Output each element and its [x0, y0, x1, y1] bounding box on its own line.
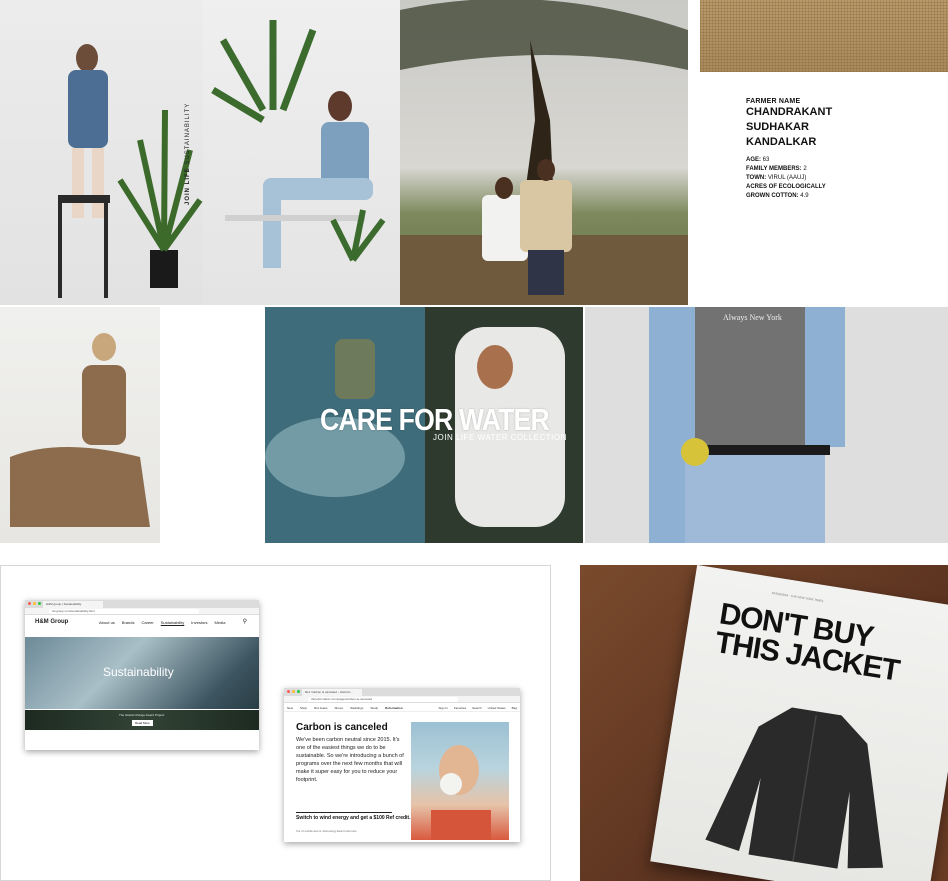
- reformation-logo[interactable]: Reformation: [385, 706, 403, 710]
- hm-site-nav: H&M Group About us Brands Career Sustain…: [25, 615, 259, 630]
- nav-sign-in[interactable]: Sign In: [438, 706, 447, 710]
- read-more-button[interactable]: Read More: [132, 720, 153, 726]
- maximize-dot-icon[interactable]: [297, 690, 300, 693]
- nav-shoes[interactable]: Shoes: [335, 706, 344, 710]
- newspaper-page: PATAGONIA · THE NEW YORK TIMES DON'T BUY…: [650, 565, 948, 881]
- nav-shop[interactable]: Shop: [300, 706, 307, 710]
- farmer-town: TOWN: VIRUL (AAUJ): [746, 175, 807, 181]
- nav-left-links: New Shop Ref Jeans Shoes Weddings Study …: [287, 706, 403, 710]
- browser-window-reformation: Ref: Carbon is canceled – Reform... ther…: [284, 688, 520, 842]
- close-dot-icon[interactable]: [28, 602, 31, 605]
- hm-promo-text: The Global Change Award Project: [119, 713, 165, 717]
- farmer-card: FARMER NAME CHANDRAKANT SUDHAKAR KANDALK…: [746, 98, 896, 201]
- newspaper-masthead: PATAGONIA · THE NEW YORK TIMES: [771, 590, 824, 604]
- nav-investors[interactable]: Investors: [191, 620, 207, 625]
- nav-sustainability[interactable]: Sustainability: [161, 620, 185, 625]
- panel-website-screenshots: H&M group | Sustainability hmgroup.com/s…: [0, 565, 551, 881]
- nav-search[interactable]: Search: [472, 706, 482, 710]
- search-icon[interactable]: ⚲: [243, 618, 247, 625]
- panel-farmer-profile: FARMER NAME CHANDRAKANT SUDHAKAR KANDALK…: [688, 0, 948, 305]
- maximize-dot-icon[interactable]: [38, 602, 41, 605]
- window-controls: [287, 690, 300, 693]
- nav-study[interactable]: Study: [370, 706, 378, 710]
- minimize-dot-icon[interactable]: [292, 690, 295, 693]
- browser-tab-bar: Ref: Carbon is canceled – Reform...: [284, 688, 520, 696]
- address-bar: hmgroup.com/sustainability.html: [25, 608, 259, 615]
- ref-fine-print: Yes, it's a bribe and no, wind energy do…: [296, 830, 358, 833]
- close-dot-icon[interactable]: [287, 690, 290, 693]
- reformation-site-nav: New Shop Ref Jeans Shoes Weddings Study …: [284, 703, 520, 712]
- jacket-icon: [705, 707, 884, 869]
- newspaper-headline: DON'T BUY THIS JACKET: [712, 597, 902, 688]
- browser-window-hm: H&M group | Sustainability hmgroup.com/s…: [25, 600, 259, 750]
- farmer-acres: ACRES OF ECOLOGICALLY GROWN COTTON: 4.9: [746, 184, 826, 199]
- url-field[interactable]: hmgroup.com/sustainability.html: [49, 609, 199, 614]
- browser-tab-bar: H&M group | Sustainability: [25, 600, 259, 608]
- ref-headline: Carbon is canceled: [296, 722, 388, 733]
- hm-nav-links: About us Brands Career Sustainability In…: [99, 620, 225, 625]
- nav-favorites[interactable]: Favorites: [454, 706, 466, 710]
- photo-model-brown-jumpsuit: [0, 307, 160, 543]
- ref-subhead: Switch to wind energy and get a $100 Ref…: [296, 815, 411, 821]
- nav-ref-jeans[interactable]: Ref Jeans: [314, 706, 328, 710]
- water-campaign-subtitle: JOIN LIFE WATER COLLECTION: [433, 433, 567, 442]
- nav-media[interactable]: Media: [215, 620, 226, 625]
- window-controls: [28, 602, 41, 605]
- hm-hero-title: Sustainability: [103, 665, 174, 679]
- burlap-texture: [700, 0, 948, 72]
- photo-model-denim-jumpsuit: JOIN LIFE SUSTAINABILITY: [0, 0, 203, 305]
- photo-denim-jacket-torso: Always New York: [585, 307, 948, 543]
- nav-weddings[interactable]: Weddings: [350, 706, 363, 710]
- browser-tab[interactable]: Ref: Carbon is canceled – Reform...: [302, 689, 362, 696]
- address-bar: thereformation.com/pages/carbon-is-cance…: [284, 696, 520, 703]
- browser-tab[interactable]: H&M group | Sustainability: [43, 601, 103, 608]
- url-field[interactable]: thereformation.com/pages/carbon-is-cance…: [308, 697, 458, 702]
- brand-caption: JOIN LIFE SUSTAINABILITY: [185, 102, 191, 205]
- farmer-age: AGE: 63: [746, 157, 770, 163]
- photo-cotton-farmers: [400, 0, 688, 305]
- nav-brands[interactable]: Brands: [122, 620, 135, 625]
- photo-newspaper-ad: PATAGONIA · THE NEW YORK TIMES DON'T BUY…: [580, 565, 948, 881]
- photo-model-denim-vest: [203, 0, 400, 305]
- shirt-print-text: Always New York: [723, 313, 782, 322]
- model-seated-illustration: [211, 20, 386, 268]
- nav-new[interactable]: New: [287, 706, 293, 710]
- model-brown-illustration: [10, 333, 150, 527]
- nav-bag[interactable]: Bag: [512, 706, 517, 710]
- divider: [296, 812, 392, 813]
- panel-care-for-water: CARE FOR WATER JOIN LIFE WATER COLLECTIO…: [265, 307, 583, 543]
- hm-group-logo[interactable]: H&M Group: [35, 619, 68, 625]
- ref-body-text: We've been carbon neutral since 2015. It…: [296, 737, 404, 783]
- farmer-name: CHANDRAKANT SUDHAKAR KANDALKAR: [746, 106, 833, 148]
- nav-right-links: Sign In Favorites Search United States B…: [438, 706, 517, 710]
- nav-career[interactable]: Career: [141, 620, 153, 625]
- farmers-tree-illustration: [400, 0, 688, 305]
- woman-flower-illustration: [431, 745, 491, 840]
- minimize-dot-icon[interactable]: [33, 602, 36, 605]
- nav-about-us[interactable]: About us: [99, 620, 115, 625]
- denim-torso-illustration: [649, 307, 845, 543]
- hm-hero-banner: Sustainability: [25, 637, 259, 709]
- ref-hero-image: [411, 722, 509, 840]
- farmer-family: FAMILY MEMBERS: 2: [746, 166, 807, 172]
- farmer-name-label: FARMER NAME: [746, 98, 801, 105]
- model-figure-illustration: [58, 44, 203, 298]
- nav-country[interactable]: United States: [488, 706, 506, 710]
- hm-promo-band: The Global Change Award Project Read Mor…: [25, 710, 259, 730]
